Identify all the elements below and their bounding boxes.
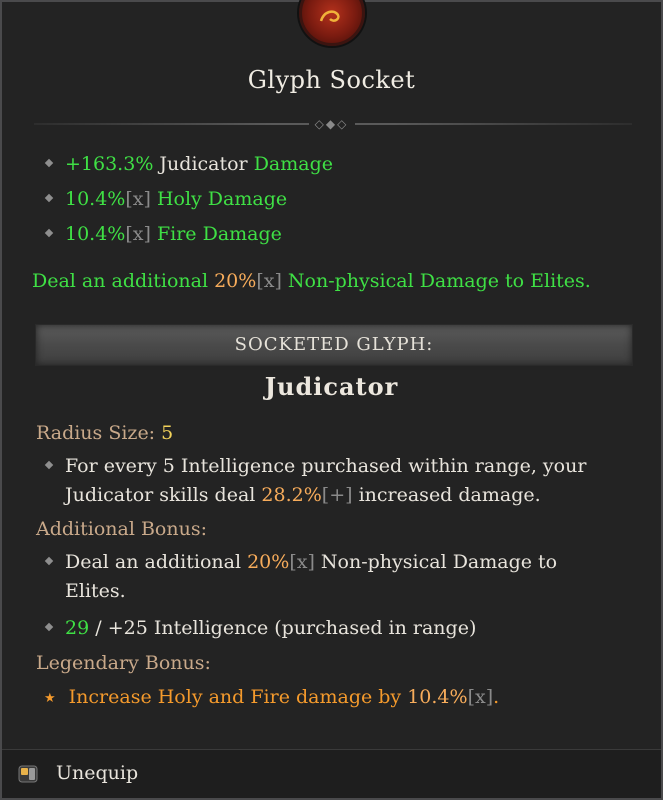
radius-value: 5 <box>161 422 174 444</box>
stat-value: +163.3% <box>65 153 154 175</box>
add-value: 20% <box>247 551 290 573</box>
add-pre: Deal an additional <box>65 551 242 573</box>
glyph-description-cont: Judicator skills deal 28.2%[+] increased… <box>65 484 541 506</box>
glyph-description: For every 5 Intelligence purchased withi… <box>42 455 586 477</box>
unequip-label[interactable]: Unequip <box>56 762 138 784</box>
stat-tag: [x] <box>125 223 151 245</box>
socketed-glyph-header: SOCKETED GLYPH: <box>35 324 633 366</box>
glyph-name: Judicator <box>264 372 399 401</box>
stat-row: 10.4%[x] Fire Damage <box>42 220 333 255</box>
legendary-bonus-label: Legendary Bonus: <box>36 652 211 674</box>
additional-bonus-label: Additional Bonus: <box>36 518 207 540</box>
elite-bonus-line: Deal an additional 20%[x] Non-physical D… <box>32 270 591 292</box>
leg-tag: [x] <box>467 686 494 708</box>
stat-label: Fire Damage <box>156 223 282 245</box>
desc-tag: [+] <box>321 484 353 506</box>
leg-value: 10.4% <box>407 686 468 708</box>
bullet-icon <box>44 556 54 566</box>
additional-bonus-cont: Elites. <box>65 580 126 602</box>
legendary-label-text: Legendary Bonus: <box>36 652 211 674</box>
mouse-icon <box>18 765 38 783</box>
int-requirement: +25 Intelligence (purchased in range) <box>107 617 477 639</box>
stat-value: 10.4% <box>65 188 126 210</box>
stat-skill: Judicator <box>159 153 248 175</box>
bullet-icon <box>44 460 54 470</box>
intelligence-requirement: 29 / +25 Intelligence (purchased in rang… <box>42 617 476 639</box>
additional-label-text: Additional Bonus: <box>36 518 207 540</box>
desc-line-1: For every 5 Intelligence purchased withi… <box>65 455 587 477</box>
legendary-bonus-line: ★ Increase Holy and Fire damage by 10.4%[… <box>42 686 499 708</box>
bullet-icon <box>44 193 54 203</box>
stat-label: Damage <box>253 153 333 175</box>
stat-row: 10.4%[x] Holy Damage <box>42 185 333 220</box>
elite-bonus-tag: [x] <box>256 270 282 292</box>
elite-bonus-pre: Deal an additional <box>32 270 209 292</box>
stat-value: 10.4% <box>65 223 126 245</box>
leg-text: Increase Holy and Fire damage by <box>68 686 402 708</box>
bullet-icon <box>44 622 54 632</box>
leg-end: . <box>493 686 500 708</box>
unequip-action[interactable]: Unequip <box>2 749 661 798</box>
tooltip-title: Glyph Socket <box>247 66 416 94</box>
bullet-icon <box>44 228 54 238</box>
radius-line: Radius Size: 5 <box>36 422 173 444</box>
stat-list: +163.3% Judicator Damage 10.4%[x] Holy D… <box>42 150 333 255</box>
additional-bonus-line: Deal an additional 20%[x] Non-physical D… <box>42 551 557 573</box>
int-current: 29 <box>65 617 90 639</box>
add-post-2: Elites. <box>65 580 126 602</box>
stat-row: +163.3% Judicator Damage <box>42 150 333 185</box>
elite-bonus-value: 20% <box>214 270 257 292</box>
stat-tag: [x] <box>125 188 151 210</box>
star-icon: ★ <box>44 690 56 706</box>
bullet-icon <box>44 158 54 168</box>
divider-ornament-icon: ◇◆◇ <box>308 116 355 132</box>
stat-label: Holy Damage <box>156 188 288 210</box>
desc-end: increased damage. <box>358 484 541 506</box>
desc-skill: Judicator <box>65 484 154 506</box>
int-separator: / <box>95 617 102 639</box>
desc-mid: skills deal <box>159 484 256 506</box>
glyph-tooltip: Glyph Socket ◇◆◇ +163.3% Judicator Damag… <box>0 0 663 800</box>
glyph-emblem-icon <box>298 0 365 46</box>
radius-label: Radius Size: <box>36 422 156 444</box>
add-tag: [x] <box>289 551 315 573</box>
elite-bonus-post: Non-physical Damage to Elites. <box>287 270 591 292</box>
add-post: Non-physical Damage to <box>320 551 558 573</box>
desc-value: 28.2% <box>261 484 322 506</box>
